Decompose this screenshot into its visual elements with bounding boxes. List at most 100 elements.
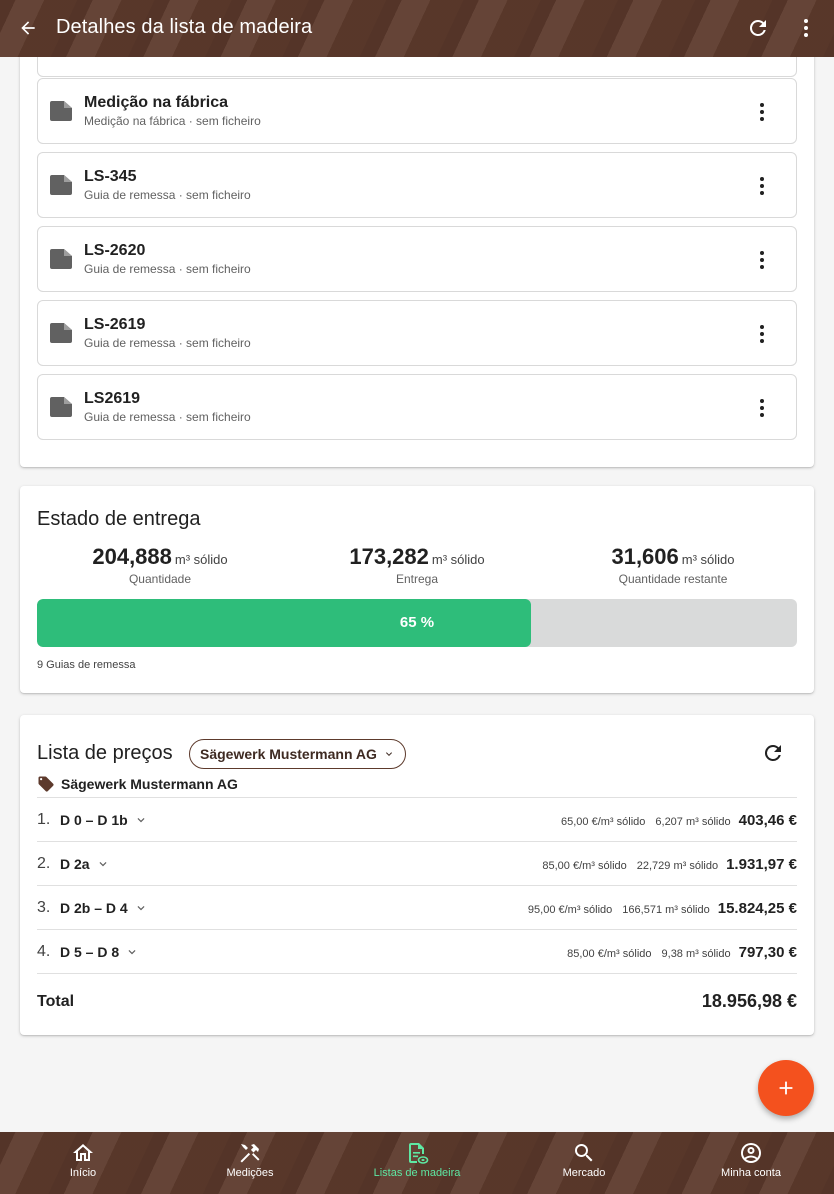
price-row[interactable]: 2. D 2a 85,00 €/m³ sólido 22,729 m³ sóli… <box>37 842 797 886</box>
grade-dropdown[interactable]: D 0 – D 1b <box>60 812 148 828</box>
chevron-down-icon <box>99 862 107 867</box>
stat-unit: m³ sólido <box>174 552 228 567</box>
supplier-select-label: Sägewerk Mustermann AG <box>200 746 377 762</box>
row-values: 85,00 €/m³ sólido 22,729 m³ sólido 1.931… <box>542 856 797 873</box>
divider <box>37 973 797 974</box>
grade-dropdown[interactable]: D 2b – D 4 <box>60 900 148 916</box>
add-fab-button[interactable] <box>758 1060 814 1116</box>
row-rate: 85,00 €/m³ sólido <box>567 948 652 960</box>
row-amount: 797,30 € <box>738 944 797 961</box>
nav-item-measurements[interactable]: Medições <box>167 1132 333 1194</box>
supplier-name-row: Sägewerk Mustermann AG <box>37 775 238 793</box>
wood-list-icon <box>409 1143 429 1164</box>
more-vert-icon[interactable] <box>750 396 774 420</box>
tag-icon <box>38 776 54 792</box>
chevron-down-icon <box>137 818 145 823</box>
app-bar: Detalhes da lista de madeira <box>0 0 834 57</box>
stat-label: Entrega <box>395 572 439 586</box>
bottom-navigation: Início Medições Listas de madeira Mercad… <box>0 1132 834 1194</box>
more-vert-icon[interactable] <box>750 248 774 272</box>
document-subtitle: Guia de remessa · sem ficheiro <box>84 336 251 350</box>
supplier-name: Sägewerk Mustermann AG <box>61 776 238 792</box>
delivery-title: Estado de entrega <box>37 508 201 530</box>
price-row[interactable]: 1. D 0 – D 1b 65,00 €/m³ sólido 6,207 m³… <box>37 798 797 842</box>
refresh-icon[interactable] <box>761 741 785 765</box>
row-amount: 403,46 € <box>738 812 797 829</box>
row-rate: 85,00 €/m³ sólido <box>542 860 627 872</box>
document-item-partial[interactable] <box>37 57 797 77</box>
stat-quantity: 204,888 m³ sólido Quantidade <box>60 544 260 586</box>
stat-value: 173,282 <box>349 544 429 569</box>
more-vert-icon[interactable] <box>794 16 818 40</box>
document-title: LS-2620 <box>84 242 146 259</box>
row-values: 65,00 €/m³ sólido 6,207 m³ sólido 403,46… <box>561 812 797 829</box>
back-arrow-icon[interactable] <box>16 16 40 40</box>
grade-dropdown[interactable]: D 2a <box>60 856 110 872</box>
document-title: LS2619 <box>84 390 141 407</box>
grade-label: D 2b – D 4 <box>60 900 128 916</box>
row-index: 1. <box>37 811 51 828</box>
delivery-notes-count: 9 Guias de remessa <box>37 659 136 671</box>
file-icon <box>50 249 72 269</box>
hammer-pick-icon <box>240 1144 260 1163</box>
grade-dropdown[interactable]: D 5 – D 8 <box>60 944 139 960</box>
more-vert-icon[interactable] <box>750 100 774 124</box>
more-vert-icon[interactable] <box>750 322 774 346</box>
stat-remaining: 31,606 m³ sólido Quantidade restante <box>573 544 773 586</box>
chevron-down-icon <box>385 752 392 756</box>
document-item[interactable]: LS2619 Guia de remessa · sem ficheiro <box>37 374 797 440</box>
row-volume: 9,38 m³ sólido <box>661 948 731 960</box>
chevron-down-icon <box>128 950 136 955</box>
file-icon <box>50 101 72 121</box>
document-title: Medição na fábrica <box>84 94 229 111</box>
stat-value: 31,606 <box>611 544 679 569</box>
row-amount: 1.931,97 € <box>726 856 797 873</box>
grade-label: D 2a <box>60 856 90 872</box>
total-value: 18.956,98 € <box>701 991 797 1011</box>
search-icon <box>575 1144 593 1162</box>
supplier-select[interactable]: Sägewerk Mustermann AG <box>189 739 406 769</box>
total-label: Total <box>37 993 75 1010</box>
stat-label: Quantidade <box>128 572 192 586</box>
refresh-icon[interactable] <box>746 16 770 40</box>
stat-value: 204,888 <box>92 544 172 569</box>
nav-item-home[interactable]: Início <box>0 1132 166 1194</box>
price-list-title: Lista de preços <box>37 742 173 764</box>
stat-label: Quantidade restante <box>618 572 728 586</box>
row-index: 3. <box>37 899 51 916</box>
price-row[interactable]: 4. D 5 – D 8 85,00 €/m³ sólido 9,38 m³ s… <box>37 930 797 974</box>
main-content: Medição na fábrica Medição na fábrica · … <box>0 57 834 1132</box>
price-list-card: Lista de preços Sägewerk Mustermann AG S… <box>20 715 814 1035</box>
nav-label: Medições <box>226 1167 274 1179</box>
row-index: 4. <box>37 943 51 960</box>
file-icon <box>50 323 72 343</box>
more-vert-icon[interactable] <box>750 174 774 198</box>
nav-label: Mercado <box>562 1167 606 1179</box>
document-subtitle: Guia de remessa · sem ficheiro <box>84 188 251 202</box>
chevron-down-icon <box>137 906 145 911</box>
home-icon <box>73 1144 93 1161</box>
file-icon <box>50 397 72 417</box>
grade-label: D 0 – D 1b <box>60 812 128 828</box>
nav-item-wood-lists[interactable]: Listas de madeira <box>334 1132 500 1194</box>
stat-unit: m³ sólido <box>431 552 485 567</box>
delivery-status-card: Estado de entrega 204,888 m³ sólido Quant… <box>20 486 814 693</box>
document-title: LS-2619 <box>84 316 146 333</box>
document-item[interactable]: LS-345 Guia de remessa · sem ficheiro <box>37 152 797 218</box>
row-volume: 6,207 m³ sólido <box>655 816 731 828</box>
document-subtitle: Guia de remessa · sem ficheiro <box>84 262 251 276</box>
nav-item-market[interactable]: Mercado <box>501 1132 667 1194</box>
document-item[interactable]: Medição na fábrica Medição na fábrica · … <box>37 78 797 144</box>
price-row[interactable]: 3. D 2b – D 4 95,00 €/m³ sólido 166,571 … <box>37 886 797 930</box>
plus-icon <box>779 1081 793 1095</box>
row-values: 85,00 €/m³ sólido 9,38 m³ sólido 797,30 … <box>567 944 797 961</box>
document-subtitle: Medição na fábrica · sem ficheiro <box>84 114 261 128</box>
row-index: 2. <box>37 855 51 872</box>
nav-label: Minha conta <box>721 1167 781 1179</box>
document-item[interactable]: LS-2620 Guia de remessa · sem ficheiro <box>37 226 797 292</box>
grade-label: D 5 – D 8 <box>60 944 120 960</box>
document-subtitle: Guia de remessa · sem ficheiro <box>84 410 251 424</box>
document-item[interactable]: LS-2619 Guia de remessa · sem ficheiro <box>37 300 797 366</box>
nav-item-account[interactable]: Minha conta <box>668 1132 834 1194</box>
nav-label: Listas de madeira <box>373 1167 461 1179</box>
